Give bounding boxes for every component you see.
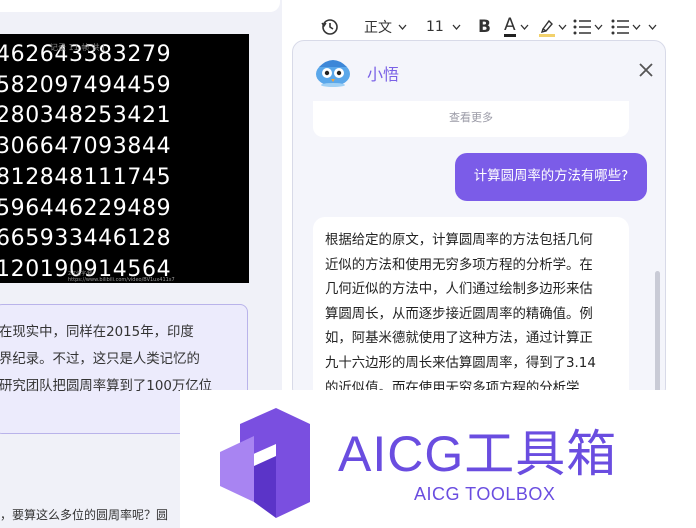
chevron-down-icon bbox=[558, 24, 567, 30]
document-bottom-text: ，要算这么多位的圆周率呢？圆 bbox=[0, 508, 169, 522]
bot-avatar-icon bbox=[316, 60, 350, 87]
video-digits: 462643383279 582097494459 280348253421 3… bbox=[0, 42, 172, 282]
chevron-down-icon bbox=[520, 24, 529, 30]
video-caption-top: 记录 11 帧 共 [ bbox=[50, 43, 106, 52]
bold-button[interactable]: B bbox=[478, 17, 504, 37]
highlight-button[interactable] bbox=[538, 17, 572, 37]
see-more-link[interactable]: 查看更多 bbox=[313, 109, 629, 125]
bold-label: B bbox=[478, 17, 491, 37]
watermark-title: AICG工具箱 bbox=[338, 426, 618, 482]
bullet-list-icon bbox=[611, 19, 629, 35]
bot-name: 小悟 bbox=[367, 65, 400, 84]
history-icon bbox=[321, 19, 338, 35]
font-size-value: 11 bbox=[426, 19, 444, 35]
bullet-list-button[interactable] bbox=[610, 18, 648, 36]
quote-text: 在现实中，同样在2015年，印度 界纪录。不过，这只是人类记忆的 研究团队把圆周… bbox=[0, 325, 213, 394]
user-message-bubble: 计算圆周率的方法有哪些? bbox=[455, 153, 647, 201]
chevron-down-icon bbox=[398, 24, 407, 30]
more-toolbar-button[interactable] bbox=[648, 24, 660, 30]
assistant-answer-card: 根据给定的原文，计算圆周率的方法包括几何 近似的方法和使用无穷多项方程的分析学。… bbox=[313, 217, 629, 399]
font-style-value: 正文 bbox=[364, 20, 392, 36]
font-color-button[interactable]: A bbox=[504, 17, 538, 37]
font-size-select[interactable]: 11 bbox=[426, 19, 478, 35]
pi-video-frame[interactable]: 462643383279 582097494459 280348253421 3… bbox=[0, 34, 249, 283]
format-toolbar: 正文 11 B A bbox=[320, 10, 660, 44]
close-icon bbox=[639, 63, 653, 77]
aicg-logo-icon bbox=[220, 408, 310, 518]
font-style-select[interactable]: 正文 bbox=[364, 17, 426, 37]
video-caption-bottom-2: https://www.bilibili.com/video/BV1ux411s… bbox=[68, 277, 175, 283]
assistant-chat-panel: 小悟 查看更多 计算圆周率的方法有哪些? 根据给定的原文，计算圆周率的方法包括几… bbox=[292, 40, 666, 400]
chat-scrollbar[interactable] bbox=[655, 271, 660, 399]
previous-answer-card: 查看更多 bbox=[313, 101, 629, 137]
chevron-down-icon bbox=[632, 24, 641, 30]
chat-header: 小悟 bbox=[293, 41, 665, 101]
watermark-overlay: AICG工具箱 AICG TOOLBOX bbox=[180, 390, 696, 528]
highlighter-icon bbox=[539, 19, 555, 37]
assistant-answer-text: 根据给定的原文，计算圆周率的方法包括几何 近似的方法和使用无穷多项方程的分析学。… bbox=[325, 233, 596, 396]
history-button[interactable] bbox=[320, 17, 364, 37]
numbered-list-icon bbox=[573, 19, 591, 35]
watermark-subtitle: AICG TOOLBOX bbox=[414, 484, 556, 504]
numbered-list-button[interactable] bbox=[572, 18, 610, 36]
chevron-down-icon bbox=[648, 24, 657, 30]
top-card bbox=[0, 0, 280, 12]
chevron-down-icon bbox=[594, 24, 603, 30]
video-caption-bottom-1: 2.7亿字/秒 bbox=[68, 271, 93, 277]
chevron-down-icon bbox=[452, 24, 461, 30]
font-color-letter: A bbox=[504, 15, 516, 37]
close-button[interactable] bbox=[637, 61, 655, 79]
